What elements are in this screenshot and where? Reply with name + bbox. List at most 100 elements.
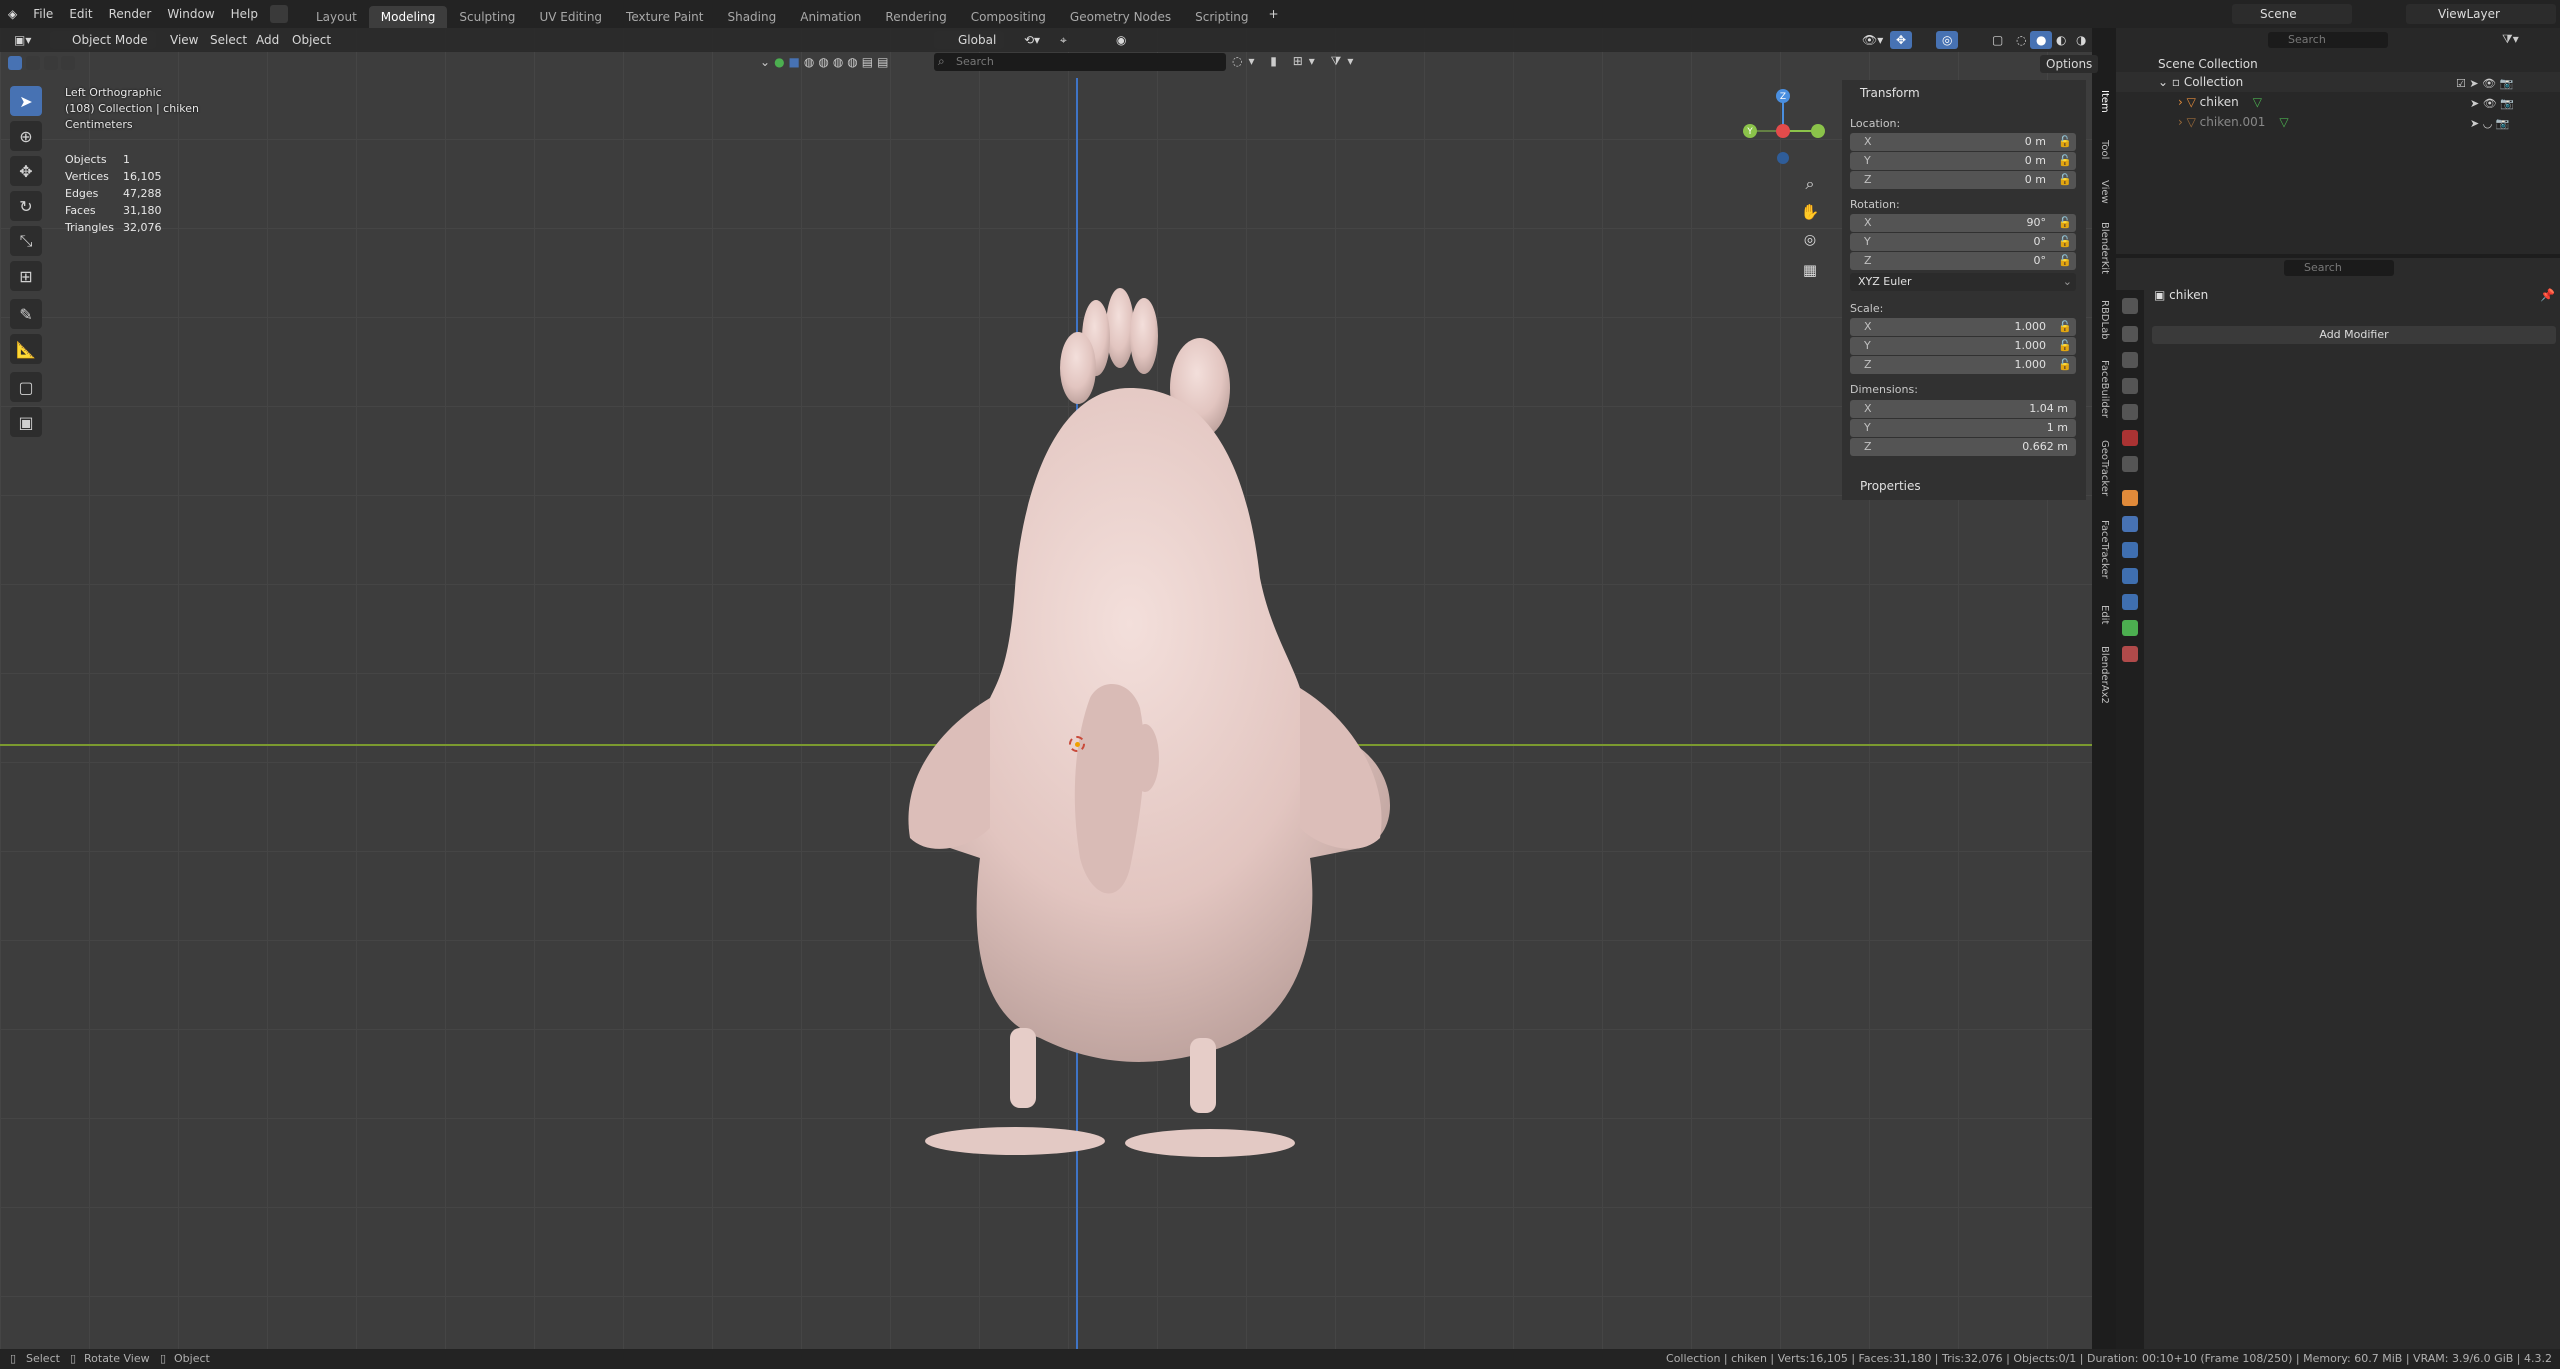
physics-tab-icon[interactable] [2122,568,2138,584]
tab-sculpting[interactable]: Sculpting [447,6,527,28]
location-y-field[interactable]: Y 0 m 🔓 [1850,152,2076,170]
rotation-mode-select[interactable]: XYZ Euler ⌄ [1850,273,2076,291]
3d-viewport[interactable]: Z Y ⌕ ✋ ◎ ▦ Left Orthographic (108) Coll… [0,28,2092,1349]
dimension-z-field[interactable]: Z 0.662 m [1850,438,2076,456]
transform-header[interactable]: Transform [1860,86,1920,100]
chicken-model[interactable] [800,258,1420,1178]
xray-icon[interactable]: ▢ [1986,31,2009,49]
constraints-tab-icon[interactable] [2122,594,2138,610]
object-filter-icon[interactable]: ■ [789,55,804,69]
scale-y-field[interactable]: Y 1.000 🔓 [1850,337,2076,355]
outliner-search-input[interactable]: Search [2268,32,2388,48]
side-tab-blenderax2[interactable]: BlenderAx2 [2092,646,2110,704]
editor-type-icon[interactable]: ▣▾ [8,31,37,49]
object-tab-icon[interactable] [2122,490,2138,506]
add-cube-tool-icon[interactable]: ▢ [10,372,42,402]
scene-tab-icon[interactable] [2122,404,2138,420]
select-box-tool-icon[interactable]: ➤ [10,86,42,116]
globe-icon[interactable]: ● [774,55,788,69]
ortho-grid-icon[interactable]: ▦ [1798,261,1822,285]
pan-hand-icon[interactable]: ✋ [1798,203,1822,227]
side-tab-tool[interactable]: Tool [2092,140,2110,159]
add-workspace-icon[interactable]: + [1261,0,1287,28]
side-tab-geotracker[interactable]: GeoTracker [2092,440,2110,496]
tab-animation[interactable]: Animation [788,6,873,28]
side-tab-item[interactable]: Item [2092,90,2110,113]
menu-render[interactable]: Render [101,0,160,28]
side-tab-edit[interactable]: Edit [2092,605,2110,624]
select-subtract-icon[interactable] [43,55,58,70]
collection-tab-icon[interactable] [2122,456,2138,472]
menu-add[interactable]: Add [250,31,285,49]
editor-type-icon[interactable] [270,5,288,23]
move-tool-icon[interactable]: ✥ [10,156,42,186]
menu-view[interactable]: View [164,31,204,49]
mode-selector[interactable]: Object Mode [50,31,156,49]
world-tab-icon[interactable] [2122,430,2138,446]
lock-icon[interactable]: 🔓 [2058,214,2072,232]
lock-icon[interactable]: 🔓 [2058,171,2072,189]
side-tab-blenderkit[interactable]: BlenderKit [2092,222,2110,274]
lock-icon[interactable]: 🔓 [2058,252,2072,270]
particles-tab-icon[interactable] [2122,542,2138,558]
tab-layout[interactable]: Layout [304,6,369,28]
snap-icon[interactable]: ⌖ [1054,31,1073,49]
options-button[interactable]: Options [2040,55,2099,73]
orientation-selector[interactable]: Global [934,31,1004,49]
data-tab-icon[interactable] [2122,620,2138,636]
filter-icons[interactable]: ◌▾ ▮ ⊞▾ ⧩▾ [1232,54,1359,69]
select-mode-icons[interactable] [8,55,104,71]
scale-z-field[interactable]: Z 1.000 🔓 [1850,356,2076,374]
scene-collection-row[interactable]: Scene Collection [2116,54,2560,74]
tab-scripting[interactable]: Scripting [1183,6,1260,28]
annotate-tool-icon[interactable]: ✎ [10,299,42,329]
menu-object[interactable]: Object [286,31,337,49]
lock-icon[interactable]: 🔓 [2058,233,2072,251]
location-x-field[interactable]: X 0 m 🔓 [1850,133,2076,151]
view-layer-tab-icon[interactable] [2122,378,2138,394]
props-search-input[interactable]: Search [2284,260,2394,276]
camera-view-icon[interactable]: ◎ [1798,232,1822,256]
gizmo-toggle-icon[interactable]: ✥ [1890,31,1913,49]
rotation-z-field[interactable]: Z 0° 🔓 [1850,252,2076,270]
scale-tool-icon[interactable]: ⤡ [10,226,42,256]
filter-icon[interactable]: ⧩▾ [2502,32,2519,47]
rotation-y-field[interactable]: Y 0° 🔓 [1850,233,2076,251]
tab-rendering[interactable]: Rendering [873,6,958,28]
pin-icon[interactable]: 📌 [2540,288,2555,302]
overlay-toggle-icon[interactable]: ◎ [1936,31,1959,49]
tab-shading[interactable]: Shading [715,6,788,28]
side-tab-rbdlab[interactable]: RBDLab [2092,300,2110,340]
tab-texture-paint[interactable]: Texture Paint [614,6,715,28]
tab-modeling[interactable]: Modeling [368,6,448,28]
add-modifier-button[interactable]: Add Modifier [2152,326,2556,344]
lock-icon[interactable]: 🔓 [2058,356,2072,374]
render-tab-icon[interactable] [2122,326,2138,342]
lock-icon[interactable]: 🔓 [2058,133,2072,151]
properties-header[interactable]: Properties [1860,479,1921,493]
mesh-icon[interactable]: ◍◍◍◍▤▤ [804,55,893,69]
proportional-edit-icon[interactable]: ◉ [1110,31,1132,49]
rendered-shading-icon[interactable]: ◑ [2070,31,2092,49]
navigation-gizmo[interactable]: Z Y [1738,86,1828,176]
collapse-icon[interactable]: ⌄ [760,55,774,69]
tool-tab-icon[interactable] [2122,298,2138,314]
lock-icon[interactable]: 🔓 [2058,337,2072,355]
rotate-tool-icon[interactable]: ↻ [10,191,42,221]
visibility-toggles[interactable]: ☑ ➤ 👁 📷 ➤ 👁 📷 ➤ ◡ 📷 [2456,74,2556,134]
material-tab-icon[interactable] [2122,646,2138,662]
visibility-icon[interactable]: 👁▾ [1856,31,1889,49]
location-z-field[interactable]: Z 0 m 🔓 [1850,171,2076,189]
scale-x-field[interactable]: X 1.000 🔓 [1850,318,2076,336]
viewport-search-input[interactable]: Search [934,53,1226,71]
menu-help[interactable]: Help [223,0,266,28]
select-invert-icon[interactable] [61,55,76,70]
extra-tool-icon[interactable]: ▣ [10,407,42,437]
side-tab-facetracker[interactable]: FaceTracker [2092,520,2110,579]
pivot-icon[interactable]: ⟲▾ [1018,31,1046,49]
menu-select[interactable]: Select [204,31,253,49]
dimension-x-field[interactable]: X 1.04 m [1850,400,2076,418]
scene-selector[interactable]: Scene [2232,4,2352,24]
blender-logo-icon[interactable]: ◈ [0,0,25,28]
dimension-y-field[interactable]: Y 1 m [1850,419,2076,437]
